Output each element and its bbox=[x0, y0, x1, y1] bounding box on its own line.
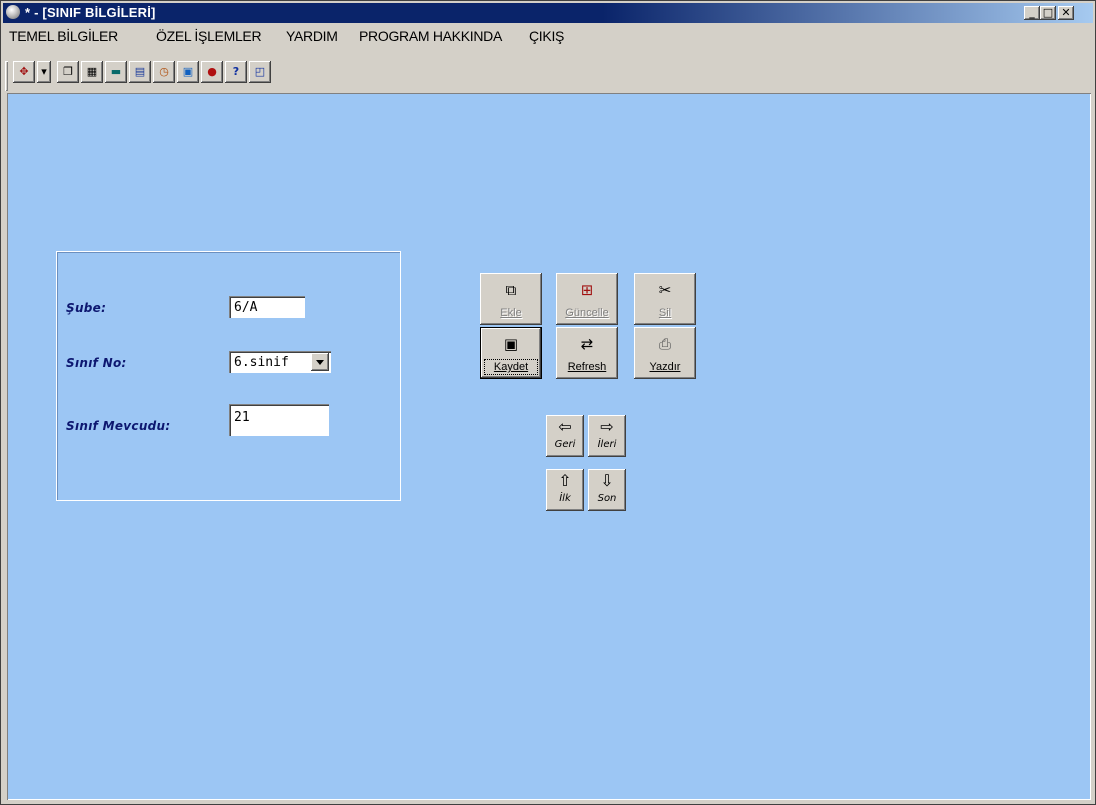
image-icon: ▣ bbox=[182, 65, 194, 78]
geri-label: Geri bbox=[554, 439, 576, 450]
keyboard-button[interactable]: ▬ bbox=[105, 61, 127, 83]
clock-button[interactable]: ◷ bbox=[153, 61, 175, 83]
arrow-left-icon: ⇦ bbox=[558, 417, 572, 436]
kaydet-button[interactable]: ▣ Kaydet bbox=[480, 327, 542, 379]
help-button[interactable]: ? bbox=[225, 61, 247, 83]
refresh-label: Refresh bbox=[567, 361, 607, 373]
ilk-button[interactable]: ⇧ İlk bbox=[546, 469, 584, 511]
ekle-button[interactable]: ⧉ Ekle bbox=[480, 273, 542, 325]
maximize-button[interactable]: □ bbox=[1040, 6, 1056, 20]
sinif-no-select[interactable]: 6.sinif bbox=[229, 351, 331, 373]
ekle-label: Ekle bbox=[500, 307, 522, 319]
scissors-icon: ✂ bbox=[658, 281, 672, 299]
dropdown-icon: ▾ bbox=[41, 65, 47, 78]
refresh-button[interactable]: ⇄ Refresh bbox=[556, 327, 618, 379]
chevron-down-icon[interactable] bbox=[311, 353, 329, 371]
tools-dropdown-button[interactable]: ▾ bbox=[37, 61, 51, 83]
ileri-label: İleri bbox=[597, 439, 617, 450]
grid-button[interactable]: ▦ bbox=[81, 61, 103, 83]
ileri-button[interactable]: ⇨ İleri bbox=[588, 415, 626, 457]
update-icon: ⊞ bbox=[580, 281, 594, 299]
tools-button[interactable]: ✥ bbox=[13, 61, 35, 83]
son-button[interactable]: ⇩ Son bbox=[588, 469, 626, 511]
copy-icon: ❐ bbox=[63, 65, 73, 78]
application-window: * - [SINIF BİLGİLERİ] _ □ ✕ TEMEL BİLGİL… bbox=[0, 0, 1096, 805]
yazdir-label: Yazdır bbox=[649, 361, 681, 373]
grid-icon: ▦ bbox=[86, 65, 98, 78]
sinif-no-label: Sınıf No: bbox=[66, 356, 127, 370]
menu-ozel-islemler[interactable]: ÖZEL İŞLEMLER bbox=[156, 28, 262, 44]
guncelle-button[interactable]: ⊞ Güncelle bbox=[556, 273, 618, 325]
kaydet-label: Kaydet bbox=[484, 359, 538, 375]
minimize-button[interactable]: _ bbox=[1024, 6, 1040, 20]
ilk-label: İlk bbox=[559, 493, 571, 504]
globe-icon: ● bbox=[207, 65, 217, 78]
sube-input[interactable]: 6/A bbox=[229, 296, 305, 318]
clock-icon: ◷ bbox=[159, 65, 169, 78]
toolbar: ✥ ▾ ❐ ▦ ▬ ▤ ◷ ▣ ● ? ◰ bbox=[5, 59, 349, 85]
yazdir-button[interactable]: ⎙ Yazdır bbox=[634, 327, 696, 379]
menu-temel-bilgiler[interactable]: TEMEL BİLGİLER bbox=[9, 28, 118, 44]
menu-cikis[interactable]: ÇIKIŞ bbox=[529, 28, 564, 44]
printer-icon: ⎙ bbox=[658, 335, 671, 353]
arrow-up-icon: ⇧ bbox=[558, 471, 572, 490]
mevcut-label: Sınıf Mevcudu: bbox=[66, 419, 171, 433]
sinif-no-value: 6.sinif bbox=[234, 355, 289, 370]
add-record-icon: ⧉ bbox=[505, 281, 517, 299]
arrow-down-icon: ⇩ bbox=[600, 471, 614, 490]
geri-button[interactable]: ⇦ Geri bbox=[546, 415, 584, 457]
sil-label: Sil bbox=[658, 307, 672, 319]
globe-button[interactable]: ● bbox=[201, 61, 223, 83]
mevcut-input[interactable]: 21 bbox=[229, 404, 329, 436]
title-bar[interactable]: * - [SINIF BİLGİLERİ] _ □ ✕ bbox=[3, 3, 1093, 23]
guncelle-label: Güncelle bbox=[565, 307, 609, 319]
copy-button[interactable]: ❐ bbox=[57, 61, 79, 83]
sil-button[interactable]: ✂ Sil bbox=[634, 273, 696, 325]
sube-label: Şube: bbox=[66, 301, 107, 315]
window-title: * - [SINIF BİLGİLERİ] bbox=[25, 5, 156, 20]
menu-program-hakkinda[interactable]: PROGRAM HAKKINDA bbox=[359, 28, 502, 44]
image-button[interactable]: ▣ bbox=[177, 61, 199, 83]
window-button[interactable]: ◰ bbox=[249, 61, 271, 83]
save-icon: ▣ bbox=[503, 335, 519, 353]
close-button[interactable]: ✕ bbox=[1058, 6, 1074, 20]
arrow-right-icon: ⇨ bbox=[600, 417, 614, 436]
calendar-icon: ▤ bbox=[134, 65, 146, 78]
menu-bar: TEMEL BİLGİLER ÖZEL İŞLEMLER YARDIM PROG… bbox=[3, 25, 1093, 45]
calendar-button[interactable]: ▤ bbox=[129, 61, 151, 83]
menu-yardim[interactable]: YARDIM bbox=[286, 28, 338, 44]
keyboard-icon: ▬ bbox=[110, 65, 122, 78]
son-label: Son bbox=[597, 493, 617, 504]
class-info-panel bbox=[56, 251, 401, 501]
app-icon[interactable] bbox=[6, 5, 20, 19]
help-icon: ? bbox=[232, 65, 240, 78]
tools-icon: ✥ bbox=[19, 65, 29, 78]
refresh-icon: ⇄ bbox=[580, 335, 594, 353]
window-icon: ◰ bbox=[254, 65, 266, 78]
